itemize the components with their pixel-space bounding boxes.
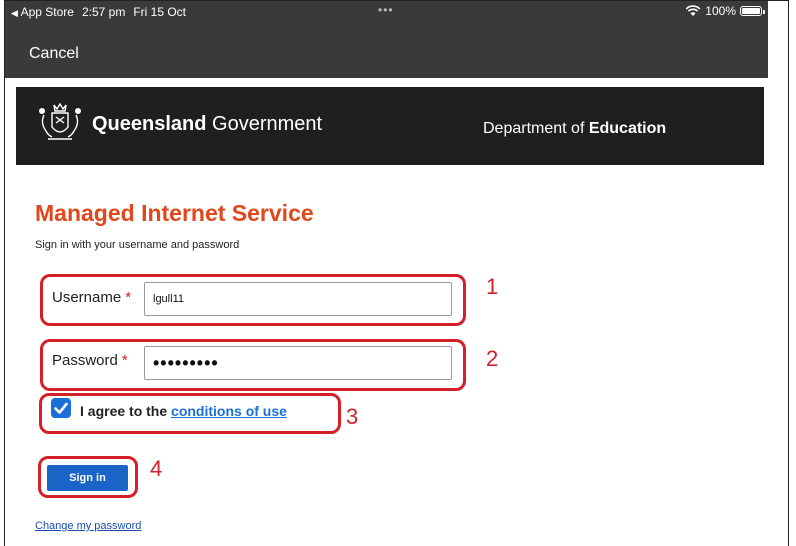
agree-text: I agree to the conditions of use [80, 403, 287, 419]
ios-top-bar: ◀ App Store 2:57 pm Fri 15 Oct ••• 100% … [5, 1, 768, 78]
conditions-of-use-link[interactable]: conditions of use [171, 403, 287, 419]
required-marker: * [125, 289, 132, 306]
status-bar: ◀ App Store 2:57 pm Fri 15 Oct ••• 100% [5, 1, 768, 23]
username-label-text: Username [52, 289, 122, 306]
multitasking-dots-icon[interactable]: ••• [378, 3, 394, 17]
battery-icon [740, 6, 765, 16]
back-app-label: App Store [20, 5, 74, 19]
username-input[interactable] [144, 282, 452, 316]
page-title: Managed Internet Service [35, 200, 314, 226]
qld-gov-header: Queensland Government Department of Educ… [16, 87, 764, 165]
annotation-number-2: 2 [486, 346, 499, 371]
annotation-number-3: 3 [346, 404, 359, 429]
battery-percent: 100% [705, 4, 736, 18]
status-left: ◀ App Store 2:57 pm Fri 15 Oct [11, 5, 186, 19]
status-time: 2:57 pm [81, 5, 126, 19]
annotation-number-4: 4 [150, 456, 163, 481]
agree-text-prefix: I agree to the [80, 403, 172, 419]
dept-text-regular: Department of [483, 120, 589, 137]
change-password-link[interactable]: Change my password [35, 520, 141, 532]
checkmark-icon [54, 402, 68, 414]
password-label-text: Password [52, 352, 118, 369]
frame-left-border [4, 0, 5, 546]
qld-crest-icon [39, 102, 81, 140]
status-date: Fri 15 Oct [133, 5, 187, 19]
qld-logo-text[interactable]: Queensland Government [92, 113, 322, 136]
page-subtitle: Sign in with your username and password [35, 239, 240, 251]
logo-text-regular: Government [206, 113, 323, 135]
username-label: Username * [52, 289, 131, 306]
agree-checkbox[interactable] [51, 398, 71, 418]
wifi-icon [685, 5, 701, 16]
password-label: Password * [52, 352, 128, 369]
back-triangle-icon: ◀ [11, 8, 18, 18]
required-marker: * [121, 352, 128, 369]
cancel-button[interactable]: Cancel [29, 45, 79, 63]
department-name: Department of Education [483, 120, 666, 138]
logo-text-bold: Queensland [92, 113, 207, 135]
annotation-number-1: 1 [486, 274, 499, 299]
frame-right-border [788, 0, 789, 546]
back-to-app-link[interactable]: ◀ App Store [11, 5, 74, 19]
sign-in-button[interactable]: Sign in [47, 465, 128, 491]
password-input[interactable]: ••••••••• [144, 346, 452, 380]
status-right: 100% [685, 4, 765, 18]
dept-text-bold: Education [588, 120, 667, 137]
